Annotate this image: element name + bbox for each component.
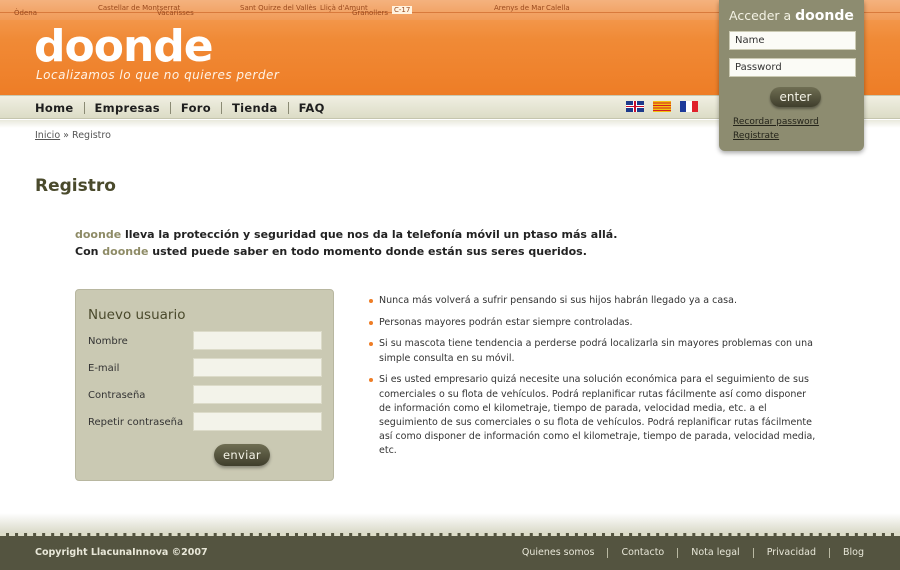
intro-line-2: Con doonde usted puede saber en todo mom… <box>75 244 675 261</box>
nav-item-faq[interactable]: FAQ <box>299 101 325 115</box>
nav-separator <box>83 102 85 114</box>
repeat-password-label: Repetir contraseña <box>88 417 184 428</box>
nav-item-foro[interactable]: Foro <box>181 101 211 115</box>
list-item: Si es usted empresario quizá necesite un… <box>369 373 819 458</box>
map-label: Vacarisses <box>157 9 194 17</box>
footer-link-quienes-somos[interactable]: Quienes somos <box>522 547 595 558</box>
map-label: Òdena <box>14 9 37 17</box>
footer-link-privacidad[interactable]: Privacidad <box>767 547 816 558</box>
map-label: Sant Quirze del Vallès <box>240 4 317 12</box>
site-tagline: Localizamos lo que no quieres perder <box>36 68 280 82</box>
footer-link-nota-legal[interactable]: Nota legal <box>691 547 739 558</box>
benefits-list: Nunca más volverá a sufrir pensando si s… <box>369 294 819 466</box>
new-user-form: Nuevo usuario Nombre E-mail Contraseña R… <box>75 289 334 481</box>
nav-items: Home Empresas Foro Tienda FAQ <box>35 101 325 115</box>
footer-link-contacto[interactable]: Contacto <box>621 547 664 558</box>
footer-separator <box>752 547 754 558</box>
intro-line-2-text: usted puede saber en todo momento donde … <box>148 244 587 258</box>
footer-separator <box>829 547 830 558</box>
brand-word: doonde <box>102 244 149 258</box>
remember-password-link[interactable]: Recordar password <box>733 117 819 127</box>
repeat-password-input[interactable] <box>193 412 322 431</box>
footer-separator <box>677 547 679 558</box>
footer-links: Quienes somos Contacto Nota legal Privac… <box>522 547 864 558</box>
login-title-prefix: Acceder a <box>729 8 792 23</box>
map-label: Calella <box>546 4 570 12</box>
map-road-tag: C-17 <box>392 6 413 14</box>
login-title-brand: doonde <box>795 8 854 24</box>
copyright-text: Copyright LlacunaInnova ©2007 <box>35 547 208 558</box>
footer-shadow <box>0 513 900 533</box>
list-item: Si su mascota tiene tendencia a perderse… <box>369 337 819 365</box>
intro-line-1-text: lleva la protección y seguridad que nos … <box>121 228 618 241</box>
catalan-flag-icon[interactable] <box>653 101 671 112</box>
intro-line-2-prefix: Con <box>75 244 103 258</box>
brand-word: doonde <box>75 228 122 241</box>
login-title: Acceder a doonde <box>729 8 854 24</box>
nav-item-empresas[interactable]: Empresas <box>95 101 160 115</box>
password-label: Contraseña <box>88 390 146 401</box>
email-label: E-mail <box>88 363 120 374</box>
french-flag-icon[interactable] <box>680 101 698 112</box>
language-flags <box>626 101 698 112</box>
map-label: Arenys de Mar <box>494 4 545 12</box>
enter-button[interactable]: enter <box>770 87 821 107</box>
register-link[interactable]: Registrate <box>733 131 779 141</box>
password-input[interactable] <box>193 385 322 404</box>
login-password-input[interactable] <box>729 58 856 77</box>
send-button[interactable]: enviar <box>214 444 270 466</box>
english-flag-icon[interactable] <box>626 101 644 112</box>
map-label: Granollers <box>352 9 389 17</box>
nav-item-home[interactable]: Home <box>35 101 74 115</box>
nav-separator <box>287 102 289 114</box>
form-title: Nuevo usuario <box>88 307 186 323</box>
footer-link-blog[interactable]: Blog <box>843 547 864 558</box>
breadcrumb: Inicio » Registro <box>35 130 111 141</box>
breadcrumb-home-link[interactable]: Inicio <box>35 130 60 141</box>
nav-separator <box>220 102 222 114</box>
login-panel: Acceder a doonde enter Recordar password… <box>719 0 864 151</box>
nav-item-tienda[interactable]: Tienda <box>232 101 278 115</box>
email-input[interactable] <box>193 358 322 377</box>
breadcrumb-separator: » <box>63 130 69 141</box>
list-item: Nunca más volverá a sufrir pensando si s… <box>369 294 819 308</box>
nombre-input[interactable] <box>193 331 322 350</box>
list-item: Personas mayores podrán estar siempre co… <box>369 316 819 330</box>
nombre-label: Nombre <box>88 336 128 347</box>
site-logo[interactable]: doonde <box>34 22 214 72</box>
page-title: Registro <box>35 176 116 196</box>
login-name-input[interactable] <box>729 31 856 50</box>
breadcrumb-current: Registro <box>72 130 111 141</box>
footer-separator <box>607 547 609 558</box>
nav-separator <box>169 102 171 114</box>
intro-line-1: doonde lleva la protección y seguridad q… <box>75 227 675 244</box>
intro-text: doonde lleva la protección y seguridad q… <box>75 227 675 260</box>
site-footer: Copyright LlacunaInnova ©2007 Quienes so… <box>0 533 900 570</box>
